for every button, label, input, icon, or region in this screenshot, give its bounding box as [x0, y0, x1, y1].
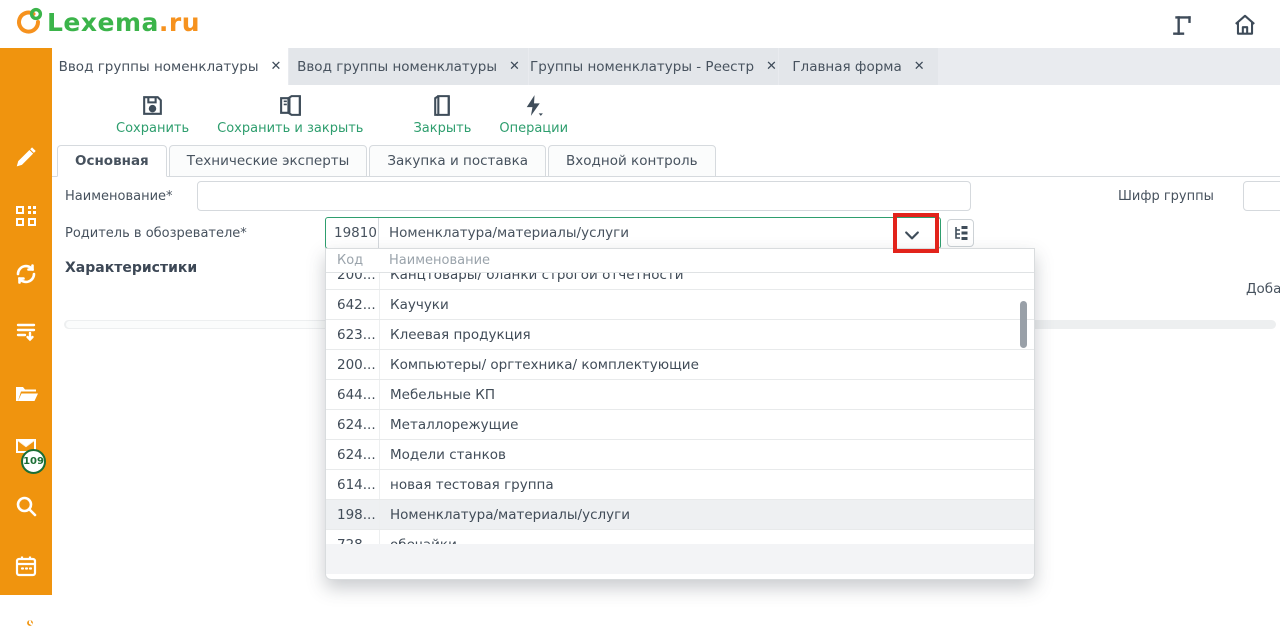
- main-tabstrip: Ввод группы номенклатуры ✕ Ввод группы н…: [52, 48, 1280, 85]
- home-icon[interactable]: [1232, 12, 1258, 38]
- dropdown-list: 200... Канцтовары/ бланки строгой отчетн…: [326, 273, 1034, 546]
- row-code: 624...: [326, 447, 379, 463]
- tab-gruppy-reestr[interactable]: Группы номенклатуры - Реестр ✕: [529, 48, 778, 85]
- tab-close-icon[interactable]: ✕: [766, 60, 777, 73]
- parent-code-value: 19810: [326, 218, 379, 248]
- row-code: 198...: [326, 507, 379, 523]
- close-button[interactable]: Закрыть: [413, 93, 471, 136]
- dropdown-scrollbar[interactable]: [1020, 277, 1027, 542]
- tab-label: Группы номенклатуры - Реестр: [530, 59, 754, 75]
- group-code-label: Шифр группы: [1118, 189, 1214, 204]
- row-code: 644...: [326, 387, 379, 403]
- tab-close-icon[interactable]: ✕: [914, 60, 925, 73]
- row-name: Металлорежущие: [379, 410, 1034, 439]
- tree-view-button[interactable]: [947, 219, 974, 247]
- dropdown-row[interactable]: 200... Канцтовары/ бланки строгой отчетн…: [326, 273, 1034, 290]
- add-button-clipped[interactable]: Добав: [1246, 281, 1280, 297]
- form-toolbar: Сохранить Сохранить и закрыть Закрыть Оп…: [52, 85, 1280, 143]
- column-header-name: Наименование: [379, 253, 1034, 268]
- row-name: Мебельные КП: [379, 380, 1034, 409]
- top-header: Lexema.ru: [0, 0, 1280, 48]
- row-name: Номенклатура/материалы/услуги: [379, 500, 1034, 529]
- row-name: Клеевая продукция: [379, 320, 1034, 349]
- tab-label: Главная форма: [792, 59, 901, 75]
- group-code-input[interactable]: [1243, 181, 1280, 211]
- qr-grid-icon[interactable]: [14, 204, 38, 228]
- row-code: 623...: [326, 327, 379, 343]
- operations-lightning-icon: [521, 93, 546, 118]
- tree-icon: [953, 225, 969, 241]
- save-close-icon: [278, 93, 303, 118]
- sync-icon[interactable]: [14, 262, 38, 286]
- row-code: 642...: [326, 297, 379, 313]
- operations-button[interactable]: Операции: [499, 93, 568, 136]
- dropdown-row[interactable]: 644... Мебельные КП: [326, 380, 1034, 410]
- row-name: новая тестовая группа: [379, 470, 1034, 499]
- save-button[interactable]: Сохранить: [116, 93, 189, 136]
- close-door-icon: [430, 93, 455, 118]
- row-code: 200...: [326, 357, 379, 373]
- subtab-zakupka[interactable]: Закупка и поставка: [369, 145, 546, 177]
- name-field-label: Наименование*: [65, 189, 173, 204]
- dropdown-row[interactable]: 623... Клеевая продукция: [326, 320, 1034, 350]
- folder-icon[interactable]: [14, 382, 38, 406]
- mail-badge: 109: [21, 449, 46, 474]
- list-export-icon[interactable]: [14, 320, 38, 344]
- tab-label: Ввод группы номенклатуры: [297, 59, 497, 75]
- tab-vvod-gruppy-1[interactable]: Ввод группы номенклатуры ✕: [52, 48, 288, 85]
- parent-combobox[interactable]: 19810 Номенклатура/материалы/услуги: [325, 217, 941, 249]
- lexema-logo[interactable]: Lexema.ru: [14, 7, 200, 37]
- left-sidebar: 109: [0, 48, 52, 595]
- row-code: 614...: [326, 477, 379, 493]
- subtab-osnovnaya[interactable]: Основная: [57, 145, 167, 177]
- row-name: Модели станков: [379, 440, 1034, 469]
- subtab-tech-experts[interactable]: Технические эксперты: [169, 145, 368, 177]
- parent-dropdown-panel: Код Наименование 200... Канцтовары/ блан…: [325, 248, 1035, 580]
- pencil-icon[interactable]: [14, 147, 38, 171]
- name-input[interactable]: [197, 181, 971, 211]
- tab-vvod-gruppy-2[interactable]: Ввод группы номенклатуры ✕: [289, 48, 528, 85]
- search-icon[interactable]: [14, 494, 38, 518]
- parent-field-label: Родитель в обозревателе*: [65, 226, 247, 241]
- dropdown-row[interactable]: 642... Каучуки: [326, 290, 1034, 320]
- save-and-close-button[interactable]: Сохранить и закрыть: [217, 93, 363, 136]
- dropdown-footer: [326, 544, 1034, 574]
- tab-close-icon[interactable]: ✕: [509, 60, 520, 73]
- dropdown-row[interactable]: 624... Модели станков: [326, 440, 1034, 470]
- dropdown-row[interactable]: 200... Компьютеры/ оргтехника/ комплекту…: [326, 350, 1034, 380]
- characteristics-heading: Характеристики: [65, 260, 197, 276]
- tab-glavnaya-forma[interactable]: Главная форма ✕: [779, 48, 938, 85]
- dropdown-row[interactable]: 614... новая тестовая группа: [326, 470, 1034, 500]
- dropdown-scrollbar-thumb[interactable]: [1020, 301, 1027, 348]
- lexema-erp-window: { "header": { "logo_text_main": "Lexema"…: [0, 0, 1280, 595]
- lexema-logo-icon: [14, 7, 44, 37]
- subtab-vhodnoy-kontrol[interactable]: Входной контроль: [548, 145, 716, 177]
- subtab-strip: Основная Технические эксперты Закупка и …: [52, 144, 1280, 177]
- tab-close-icon[interactable]: ✕: [271, 60, 282, 73]
- calendar-icon[interactable]: [14, 554, 38, 578]
- row-code: 624...: [326, 417, 379, 433]
- logo-text: Lexema.ru: [47, 8, 200, 37]
- tab-label: Ввод группы номенклатуры: [59, 59, 259, 75]
- row-name: Компьютеры/ оргтехника/ комплектующие: [379, 350, 1034, 379]
- parent-name-value: Номенклатура/материалы/услуги: [379, 225, 629, 241]
- dropdown-row[interactable]: 624... Металлорежущие: [326, 410, 1034, 440]
- row-name: Каучуки: [379, 290, 1034, 319]
- save-icon: [140, 93, 165, 118]
- row-code: 200...: [326, 273, 379, 283]
- column-header-code: Код: [326, 253, 379, 268]
- report-clock-icon[interactable]: [14, 608, 38, 632]
- dropdown-row[interactable]: 198... Номенклатура/материалы/услуги: [326, 500, 1034, 530]
- journal-icon[interactable]: [1170, 12, 1196, 38]
- row-name: Канцтовары/ бланки строгой отчетности: [379, 273, 1034, 289]
- annotation-red-box: [893, 213, 939, 253]
